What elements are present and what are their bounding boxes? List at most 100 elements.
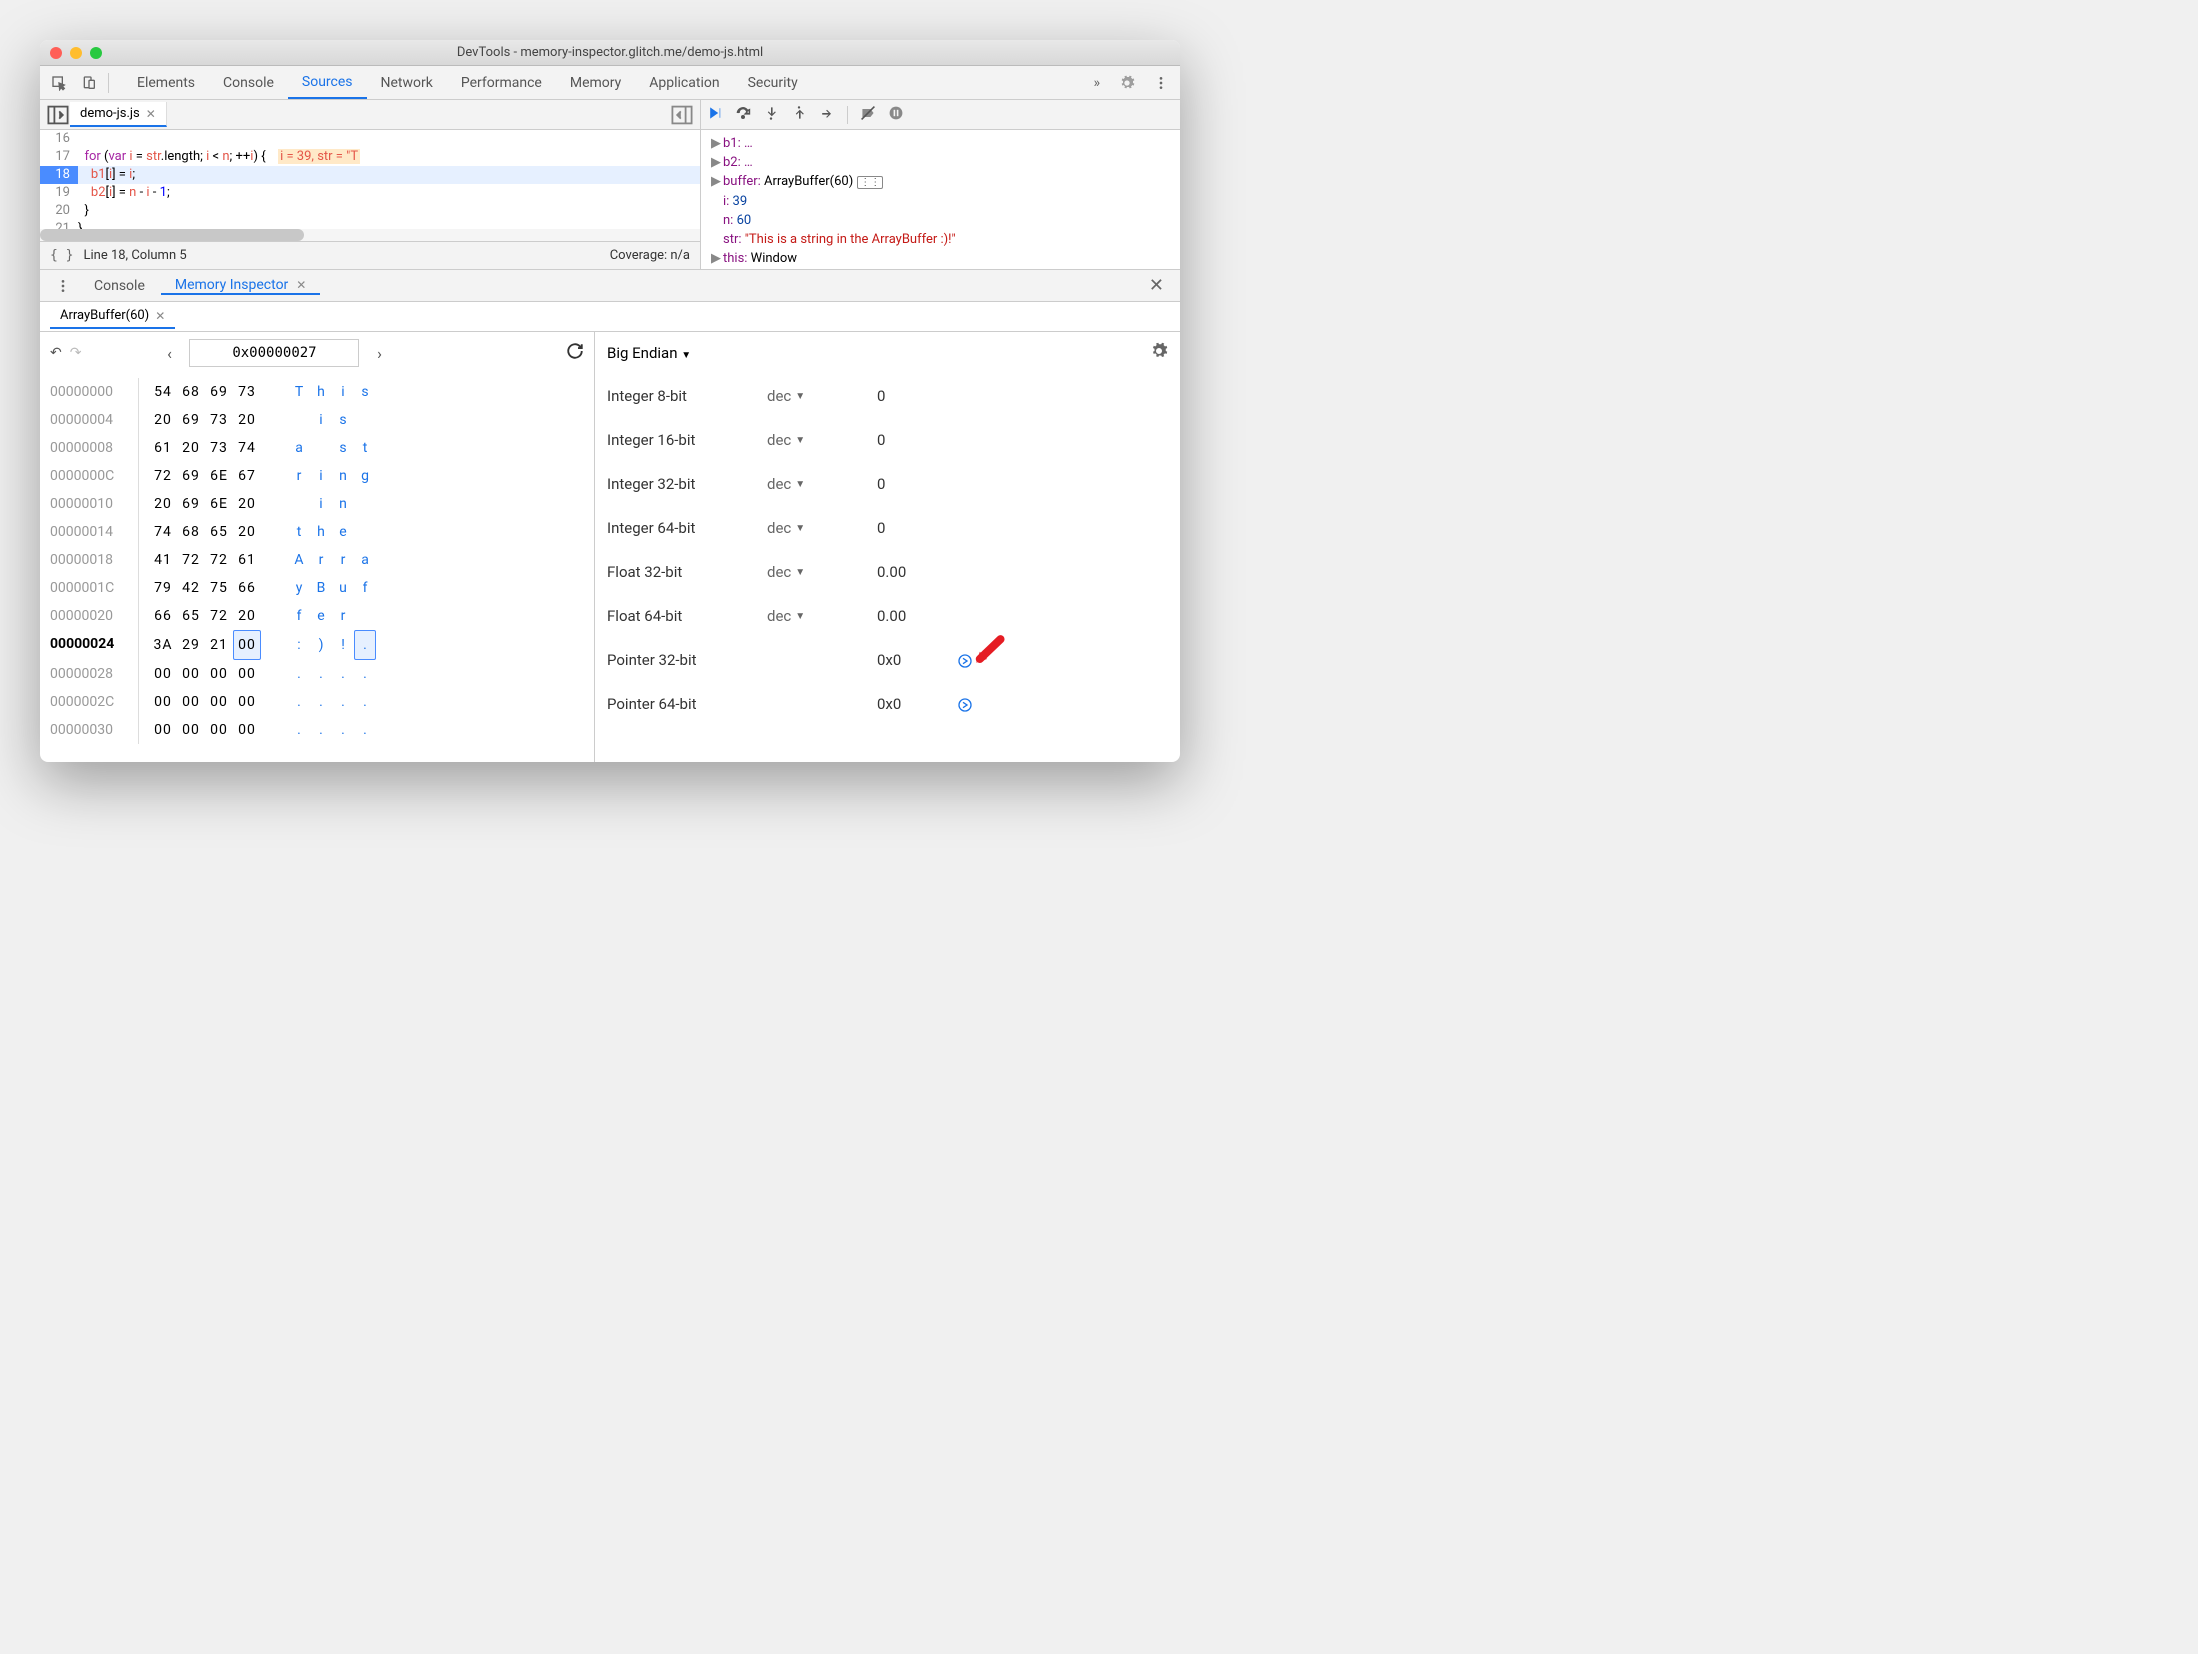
hex-bytes[interactable]: 00000000 xyxy=(138,660,278,688)
value-format-select[interactable]: dec ▼ xyxy=(767,607,877,625)
value-format-select[interactable]: dec ▼ xyxy=(767,519,877,537)
hex-bytes[interactable]: 3A292100 xyxy=(138,630,278,660)
tab-sources[interactable]: Sources xyxy=(288,66,367,99)
tab-performance[interactable]: Performance xyxy=(447,66,556,99)
prev-page-icon[interactable]: ‹ xyxy=(157,344,181,363)
drawer-tab-console[interactable]: Console xyxy=(80,278,159,294)
drawer-menu-icon[interactable] xyxy=(48,271,78,301)
pause-exceptions-icon[interactable] xyxy=(888,105,904,125)
hex-row[interactable]: 0000002066657220fer xyxy=(50,602,584,630)
gutter-line-number[interactable]: 17 xyxy=(40,148,78,166)
show-navigator-icon[interactable] xyxy=(46,103,70,127)
settings-icon[interactable] xyxy=(1150,342,1168,364)
hex-row[interactable]: 0000000861207374a st xyxy=(50,434,584,462)
hex-bytes[interactable]: 72696E67 xyxy=(138,462,278,490)
snippets-icon[interactable] xyxy=(670,103,694,127)
scope-row[interactable]: ▶b1: … xyxy=(711,134,1170,153)
code-line[interactable]: 16 xyxy=(40,130,700,148)
close-tab-icon[interactable]: ✕ xyxy=(296,278,306,292)
hex-row[interactable]: 0000001C79427566yBuf xyxy=(50,574,584,602)
redo-icon[interactable]: ↷ xyxy=(70,345,82,361)
refresh-icon[interactable] xyxy=(566,342,584,364)
scrollbar-thumb[interactable] xyxy=(40,229,304,241)
hex-row[interactable]: 0000001020696E20 in xyxy=(50,490,584,518)
close-tab-icon[interactable]: ✕ xyxy=(146,107,156,121)
scope-row[interactable]: ▶b2: … xyxy=(711,153,1170,172)
undo-icon[interactable]: ↶ xyxy=(50,345,62,361)
hex-bytes[interactable]: 66657220 xyxy=(138,602,278,630)
code-line[interactable]: 18 b1[i] = i; xyxy=(40,166,700,184)
hex-row[interactable]: 0000003000000000.... xyxy=(50,716,584,744)
value-format-select[interactable]: dec ▼ xyxy=(767,387,877,405)
inspect-icon[interactable] xyxy=(44,68,74,98)
hex-dump[interactable]: 0000000054686973This0000000420697320 is … xyxy=(40,374,594,748)
hex-row[interactable]: 0000000420697320 is xyxy=(50,406,584,434)
expand-icon[interactable]: ▶ xyxy=(711,134,723,153)
hex-bytes[interactable]: 74686520 xyxy=(138,518,278,546)
hex-bytes[interactable]: 00000000 xyxy=(138,716,278,744)
drawer-tab-memory-inspector[interactable]: Memory Inspector ✕ xyxy=(161,277,320,295)
gutter-line-number[interactable]: 20 xyxy=(40,202,78,220)
code-line[interactable]: 21} xyxy=(40,220,700,229)
hex-bytes[interactable]: 61207374 xyxy=(138,434,278,462)
code-line[interactable]: 17 for (var i = str.length; i < n; ++i) … xyxy=(40,148,700,166)
step-into-icon[interactable] xyxy=(763,105,779,125)
expand-icon[interactable]: ▶ xyxy=(711,172,723,191)
scope-row[interactable]: ▶this: Window xyxy=(711,249,1170,268)
endian-select[interactable]: Big Endian ▼ xyxy=(607,344,691,362)
expand-icon[interactable]: ▶ xyxy=(711,153,723,172)
expand-icon[interactable]: ▶ xyxy=(711,249,723,268)
hex-bytes[interactable]: 41727261 xyxy=(138,546,278,574)
hex-row[interactable]: 000000243A292100:)!. xyxy=(50,630,584,660)
memory-icon[interactable]: ⋮⋮ xyxy=(857,176,883,189)
gutter-line-number[interactable]: 19 xyxy=(40,184,78,202)
close-tab-icon[interactable]: ✕ xyxy=(155,309,165,323)
step-over-icon[interactable] xyxy=(735,105,751,125)
code-line[interactable]: 20 } xyxy=(40,202,700,220)
close-drawer-icon[interactable]: ✕ xyxy=(1141,275,1172,296)
hex-row[interactable]: 0000001474686520the xyxy=(50,518,584,546)
jump-to-address-icon[interactable] xyxy=(957,695,973,713)
gutter-line-number[interactable]: 21 xyxy=(40,220,78,229)
gutter-line-number[interactable]: 18 xyxy=(40,166,78,184)
settings-icon[interactable] xyxy=(1112,68,1142,98)
resume-icon[interactable] xyxy=(707,105,723,125)
tab-elements[interactable]: Elements xyxy=(123,66,209,99)
step-icon[interactable] xyxy=(819,105,835,125)
device-toggle-icon[interactable] xyxy=(74,68,104,98)
step-out-icon[interactable] xyxy=(791,105,807,125)
gutter-line-number[interactable]: 16 xyxy=(40,130,78,148)
tab-console[interactable]: Console xyxy=(209,66,288,99)
code-editor[interactable]: 1617 for (var i = str.length; i < n; ++i… xyxy=(40,130,700,229)
hex-row[interactable]: 0000002800000000.... xyxy=(50,660,584,688)
horizontal-scrollbar[interactable] xyxy=(40,229,700,241)
scope-row[interactable]: ▶buffer: ArrayBuffer(60)⋮⋮ xyxy=(711,172,1170,192)
value-format-select[interactable]: dec ▼ xyxy=(767,431,877,449)
tab-network[interactable]: Network xyxy=(367,66,447,99)
tab-application[interactable]: Application xyxy=(635,66,733,99)
more-menu-icon[interactable] xyxy=(1146,68,1176,98)
pretty-print-icon[interactable]: { } xyxy=(50,248,73,263)
next-page-icon[interactable]: › xyxy=(367,344,391,363)
value-row: Pointer 32-bit0x0 xyxy=(607,638,1168,682)
hex-bytes[interactable]: 20696E20 xyxy=(138,490,278,518)
hex-bytes[interactable]: 00000000 xyxy=(138,688,278,716)
more-tabs-button[interactable]: » xyxy=(1085,75,1108,91)
tab-memory[interactable]: Memory xyxy=(556,66,635,99)
hex-bytes[interactable]: 54686973 xyxy=(138,378,278,406)
file-tab[interactable]: demo-js.js ✕ xyxy=(70,102,167,127)
hex-bytes[interactable]: 20697320 xyxy=(138,406,278,434)
value-format-select[interactable]: dec ▼ xyxy=(767,563,877,581)
hex-row[interactable]: 0000001841727261Arra xyxy=(50,546,584,574)
hex-row[interactable]: 0000002C00000000.... xyxy=(50,688,584,716)
buffer-tab[interactable]: ArrayBuffer(60) ✕ xyxy=(50,304,175,329)
scope-variables[interactable]: ▶b1: … ▶b2: … ▶buffer: ArrayBuffer(60)⋮⋮… xyxy=(701,130,1180,269)
hex-row[interactable]: 0000000054686973This xyxy=(50,378,584,406)
code-line[interactable]: 19 b2[i] = n - i - 1; xyxy=(40,184,700,202)
address-input[interactable] xyxy=(189,339,359,367)
hex-bytes[interactable]: 79427566 xyxy=(138,574,278,602)
deactivate-breakpoints-icon[interactable] xyxy=(860,105,876,125)
hex-row[interactable]: 0000000C72696E67ring xyxy=(50,462,584,490)
value-format-select[interactable]: dec ▼ xyxy=(767,475,877,493)
tab-security[interactable]: Security xyxy=(734,66,812,99)
